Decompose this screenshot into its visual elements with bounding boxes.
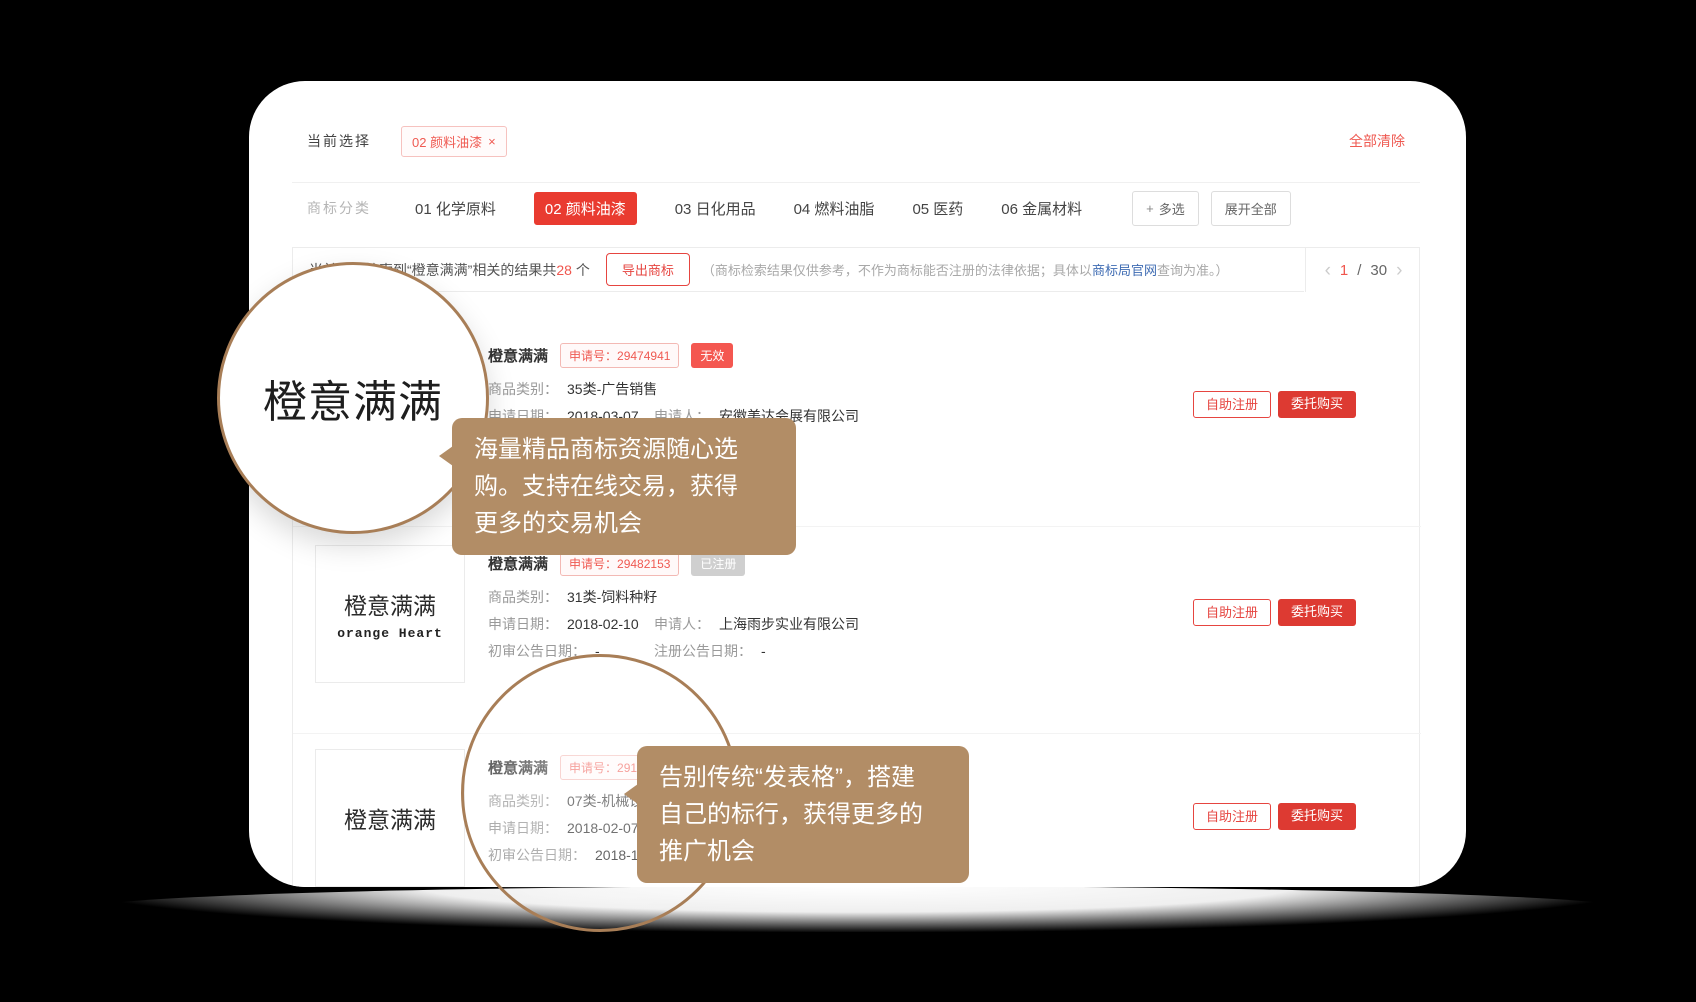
disclaimer-text-end: 查询为准。） [1157, 263, 1229, 278]
tooltip-line: 自己的标行，获得更多的 [659, 796, 947, 833]
result-row-2: 橙意满满 orange Heart 橙意满满 申请号：29482153 已注册 … [293, 545, 1421, 690]
current-selection-bar: 当前选择 02 颜料油漆 × 全部清除 [307, 125, 1405, 157]
category-item-02-selected[interactable]: 02 颜料油漆 [534, 192, 637, 225]
category-item-03[interactable]: 03 日化用品 [675, 198, 756, 219]
divider [292, 182, 1420, 183]
category-bar-label: 商标分类 [307, 198, 371, 218]
trademark-image: 橙意满满 orange Heart [315, 545, 465, 683]
results-unit: 个 [576, 262, 590, 278]
magnified-trademark-text: 橙意满满 [263, 366, 443, 430]
category-value: 31类-饲料种籽 [567, 589, 657, 605]
category-label: 商品类别： [488, 589, 558, 605]
self-register-button[interactable]: 自助注册 [1193, 599, 1271, 626]
results-count: 28 [556, 262, 572, 278]
total-pages: 30 [1370, 262, 1387, 279]
category-item-01[interactable]: 01 化学原料 [415, 198, 496, 219]
export-trademarks-button[interactable]: 导出商标 [606, 253, 690, 286]
application-number-value: 29474941 [617, 349, 670, 363]
application-number-badge: 申请号：29474941 [560, 343, 679, 368]
applicant-value: 上海雨步实业有限公司 [719, 616, 859, 632]
reg-notice-label: 注册公告日期： [654, 643, 752, 659]
row-divider [293, 733, 1421, 734]
results-header: 当前为您检索到“橙意满满”相关的结果共28个 导出商标 （商标检索结果仅供参考，… [293, 248, 1304, 292]
magnifier-circle: 橙意满满 [217, 262, 489, 534]
page-separator: / [1357, 262, 1361, 279]
clear-all-button[interactable]: 全部清除 [1349, 131, 1405, 151]
trademark-office-link[interactable]: 商标局官网 [1092, 263, 1157, 278]
category-item-06[interactable]: 06 金属材料 [1001, 198, 1082, 219]
category-label: 商品类别： [488, 381, 558, 397]
apply-date-value: 2018-02-10 [567, 616, 639, 632]
apply-date-label: 申请日期： [488, 616, 558, 632]
category-value: 35类-广告销售 [567, 381, 657, 397]
laptop-base-shadow [85, 886, 1630, 932]
multi-select-label: 多选 [1159, 199, 1185, 218]
self-register-button[interactable]: 自助注册 [1193, 803, 1271, 830]
application-number-label: 申请号： [569, 349, 617, 363]
multi-select-button[interactable]: + 多选 [1132, 191, 1199, 226]
trademark-image: 橙意满满 [315, 749, 465, 887]
close-icon[interactable]: × [488, 134, 496, 149]
chevron-left-icon[interactable]: ‹ [1325, 261, 1331, 280]
plus-icon: + [1146, 201, 1154, 216]
chevron-right-icon[interactable]: › [1396, 261, 1402, 280]
reg-notice-value: - [761, 643, 766, 659]
self-register-button[interactable]: 自助注册 [1193, 391, 1271, 418]
trademark-name: 橙意满满 [488, 345, 548, 366]
expand-all-button[interactable]: 展开全部 [1211, 191, 1291, 226]
tooltip-line: 购。支持在线交易，获得 [474, 468, 774, 505]
tooltip-trademark-marketplace: 海量精品商标资源随心选 购。支持在线交易，获得 更多的交易机会 [452, 418, 796, 555]
category-item-04[interactable]: 04 燃料油脂 [794, 198, 875, 219]
tooltip-promotion: 告别传统“发表格”，搭建 自己的标行，获得更多的 推广机会 [637, 746, 969, 883]
category-bar: 商标分类 01 化学原料 02 颜料油漆 03 日化用品 04 燃料油脂 05 … [307, 191, 1420, 225]
tooltip-line: 推广机会 [659, 833, 947, 870]
trademark-image-text: 橙意满满 [344, 587, 436, 621]
trademark-image-text: 橙意满满 [344, 801, 436, 835]
entrust-purchase-button[interactable]: 委托购买 [1278, 599, 1356, 626]
selected-filter-tag[interactable]: 02 颜料油漆 × [401, 126, 507, 157]
status-badge-invalid: 无效 [691, 343, 733, 368]
tooltip-line: 更多的交易机会 [474, 505, 774, 542]
tooltip-line: 告别传统“发表格”，搭建 [659, 759, 947, 796]
application-number-label: 申请号： [569, 557, 617, 571]
entrust-purchase-button[interactable]: 委托购买 [1278, 803, 1356, 830]
category-item-05[interactable]: 05 医药 [912, 198, 963, 219]
selected-filter-tag-label: 02 颜料油漆 [412, 132, 482, 151]
current-selection-label: 当前选择 [307, 131, 371, 151]
tooltip-line: 海量精品商标资源随心选 [474, 431, 774, 468]
current-page: 1 [1340, 262, 1348, 279]
application-number-value: 29482153 [617, 557, 670, 571]
disclaimer-text: （商标检索结果仅供参考，不作为商标能否注册的法律依据；具体以 [702, 263, 1092, 278]
trademark-name: 橙意满满 [488, 553, 548, 574]
applicant-label: 申请人： [654, 616, 710, 632]
disclaimer: （商标检索结果仅供参考，不作为商标能否注册的法律依据；具体以商标局官网查询为准。… [702, 260, 1229, 279]
pagination: ‹ 1 / 30 › [1305, 248, 1421, 292]
trademark-image-subtext: orange Heart [337, 626, 443, 641]
entrust-purchase-button[interactable]: 委托购买 [1278, 391, 1356, 418]
screenshot-stage: 当前选择 02 颜料油漆 × 全部清除 商标分类 01 化学原料 02 颜料油漆… [0, 0, 1696, 1002]
